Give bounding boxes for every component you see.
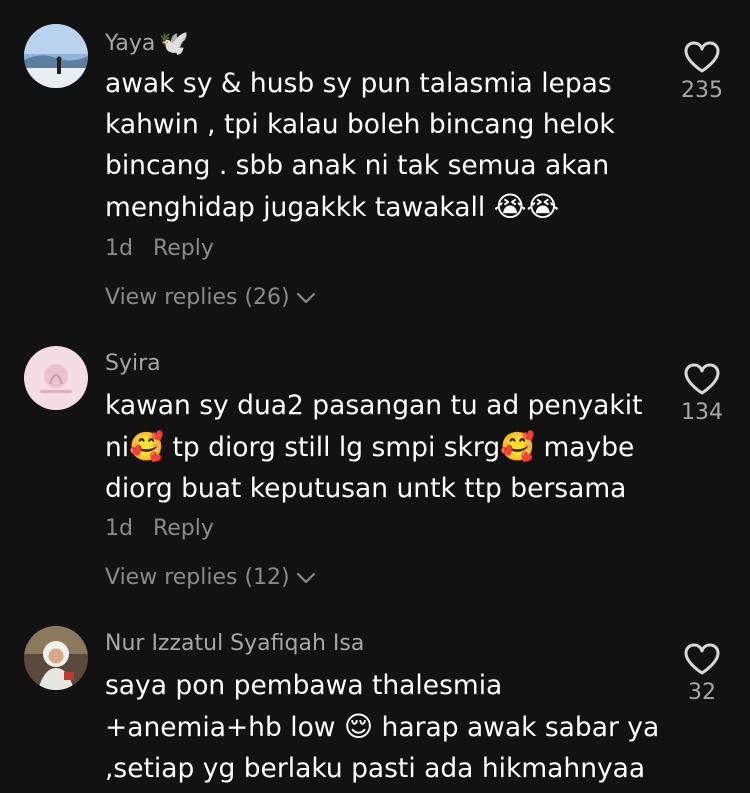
comment-time: 1d — [105, 236, 133, 261]
like-count: 235 — [681, 78, 723, 103]
heart-icon — [684, 41, 720, 73]
chevron-down-icon — [296, 292, 315, 303]
smiling-hearts-emoji: 🥰 — [129, 430, 165, 463]
like-button[interactable]: 235 — [670, 40, 734, 103]
avatar[interactable] — [24, 346, 88, 410]
reply-button[interactable]: Reply — [153, 236, 214, 261]
reply-button[interactable]: Reply — [153, 516, 214, 541]
comment-time: 1d — [105, 516, 133, 541]
comment-text: saya pon pembawa thalesmia +anemia+hb lo… — [105, 670, 660, 784]
heart-icon — [684, 363, 720, 395]
like-count: 32 — [688, 680, 716, 705]
username[interactable]: Yaya 🕊️ — [105, 29, 189, 57]
avatar[interactable] — [24, 626, 88, 690]
dove-emoji: 🕊️ — [159, 29, 190, 57]
view-replies-button[interactable]: View replies (26) — [105, 285, 316, 310]
view-replies-button[interactable]: View replies (12) — [105, 565, 316, 590]
relieved-face-emoji: 😌 — [343, 710, 374, 743]
smiling-hearts-emoji: 🥰 — [500, 430, 536, 463]
username[interactable]: Syira — [105, 351, 161, 376]
comment-text: awak sy & husb sy pun talasmia lepas kah… — [105, 68, 615, 223]
heart-icon — [684, 643, 720, 675]
avatar[interactable] — [24, 24, 88, 88]
chevron-down-icon — [296, 572, 315, 583]
comment-text: kawan sy dua2 pasangan tu ad penyakit ni… — [105, 390, 643, 504]
like-count: 134 — [681, 400, 723, 425]
comment-meta: 1d Reply — [105, 236, 214, 261]
crying-emoji: 😭😭 — [493, 190, 560, 223]
like-button[interactable]: 32 — [670, 642, 734, 705]
like-button[interactable]: 134 — [670, 362, 734, 425]
comment-meta: 1d Reply — [105, 516, 214, 541]
username[interactable]: Nur Izzatul Syafiqah Isa — [105, 631, 364, 656]
